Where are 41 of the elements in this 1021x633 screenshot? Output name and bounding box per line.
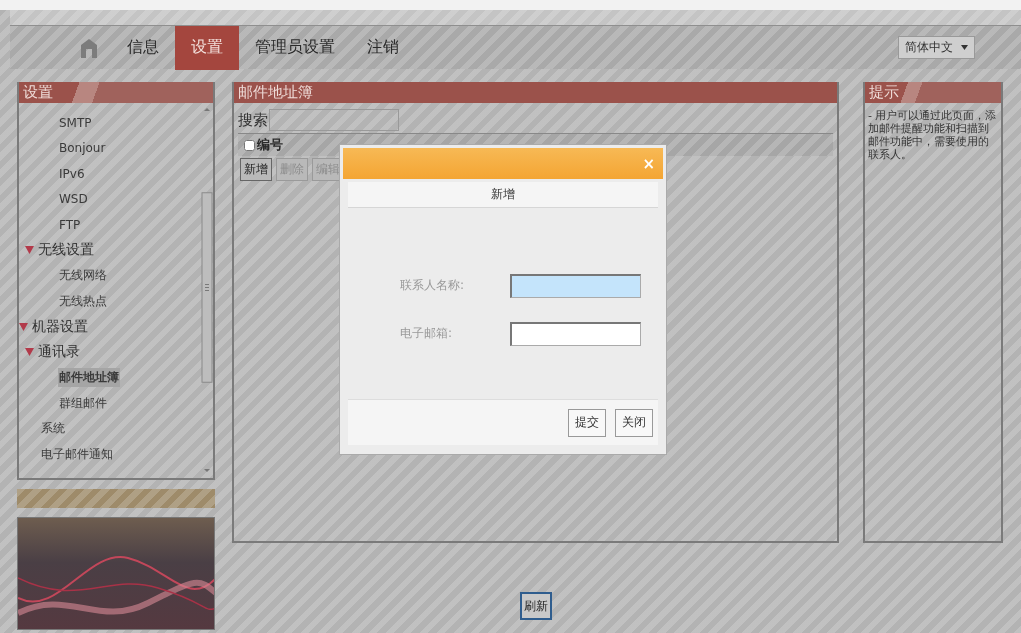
panel-title: 提示: [868, 82, 900, 103]
expanded-triangle-icon[interactable]: [25, 246, 34, 255]
expanded-triangle-icon[interactable]: [19, 322, 28, 331]
tree-item[interactable]: IPv6: [58, 165, 86, 182]
select-all-checkbox[interactable]: [244, 139, 255, 151]
tree-node-label[interactable]: 机器设置: [32, 317, 88, 336]
tree-item[interactable]: 系统: [40, 419, 66, 439]
tree-item[interactable]: WSD: [58, 191, 89, 208]
tree-item[interactable]: FTP: [58, 216, 82, 233]
panel-title: 设置: [22, 82, 54, 103]
field-label: 电子邮箱:: [400, 325, 454, 342]
input-field[interactable]: [510, 321, 641, 346]
nav-tab[interactable]: 管理员设置: [239, 25, 351, 70]
dialog-button[interactable]: 提交: [568, 408, 606, 437]
column-header: 编号: [257, 136, 283, 154]
caret-icon: [961, 45, 968, 50]
tip-text: - 用户可以通过此页面，添加邮件提醒功能和扫描到邮件功能中，需要使用的联系人。: [868, 109, 998, 161]
refresh-button[interactable]: 刷新: [519, 592, 552, 620]
dialog-title: 新增: [348, 182, 658, 208]
nav-tab[interactable]: 注销: [351, 25, 415, 70]
tree-item[interactable]: 无线热点: [58, 291, 108, 311]
tree-item[interactable]: SMTP: [58, 114, 93, 131]
tree-item[interactable]: Bonjour: [58, 140, 107, 157]
tree-item[interactable]: 群组邮件: [58, 393, 108, 413]
field-label: 联系人名称:: [400, 277, 466, 294]
panel-title: 邮件地址簿: [237, 82, 314, 103]
search-label: 搜索: [238, 110, 268, 130]
tree-item[interactable]: 无线网络: [58, 266, 108, 286]
tree-item[interactable]: 邮件地址簿: [58, 368, 120, 388]
dialog-button[interactable]: 关闭: [615, 408, 653, 437]
input-field[interactable]: [510, 273, 641, 298]
nav-tab[interactable]: 设置: [175, 25, 239, 70]
toolbar-button[interactable]: 新增: [240, 158, 272, 181]
nav-tab[interactable]: 信息: [111, 25, 175, 70]
tree-node-label[interactable]: 无线设置: [38, 241, 94, 260]
home-icon[interactable]: [80, 37, 98, 58]
language-select[interactable]: 简体中文: [898, 36, 975, 59]
search-field[interactable]: [269, 109, 399, 131]
tree-node-label[interactable]: 通讯录: [38, 343, 80, 362]
expanded-triangle-icon[interactable]: [25, 348, 34, 357]
tree-item[interactable]: 电子邮件通知: [40, 444, 114, 464]
